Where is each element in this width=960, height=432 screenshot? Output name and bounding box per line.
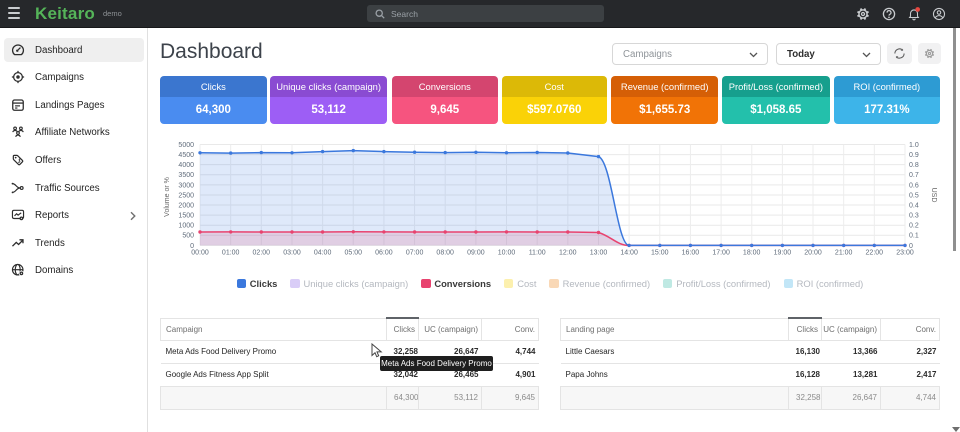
- svg-text:07:00: 07:00: [406, 250, 424, 257]
- svg-text:19:00: 19:00: [774, 250, 792, 257]
- svg-text:01:00: 01:00: [222, 250, 240, 257]
- svg-text:21:00: 21:00: [835, 250, 853, 257]
- svg-text:1500: 1500: [178, 213, 194, 220]
- svg-text:4000: 4000: [178, 162, 194, 169]
- svg-text:5000: 5000: [178, 142, 194, 149]
- svg-text:1.0: 1.0: [909, 142, 919, 149]
- svg-text:16:00: 16:00: [682, 250, 700, 257]
- svg-text:2000: 2000: [178, 202, 194, 209]
- svg-text:3000: 3000: [178, 182, 194, 189]
- svg-text:03:00: 03:00: [283, 250, 301, 257]
- svg-text:23:00: 23:00: [896, 250, 914, 257]
- svg-text:3500: 3500: [178, 172, 194, 179]
- svg-text:USD: USD: [930, 188, 937, 203]
- svg-text:18:00: 18:00: [743, 250, 761, 257]
- svg-text:08:00: 08:00: [436, 250, 454, 257]
- svg-text:0.8: 0.8: [909, 162, 919, 169]
- svg-text:02:00: 02:00: [253, 250, 271, 257]
- svg-text:0.3: 0.3: [909, 213, 919, 220]
- svg-text:06:00: 06:00: [375, 250, 393, 257]
- svg-text:500: 500: [182, 233, 194, 240]
- svg-text:Volume or %: Volume or %: [164, 177, 171, 217]
- svg-text:0.6: 0.6: [909, 182, 919, 189]
- svg-text:0.2: 0.2: [909, 223, 919, 230]
- svg-text:13:00: 13:00: [590, 250, 608, 257]
- svg-text:05:00: 05:00: [345, 250, 363, 257]
- svg-text:2500: 2500: [178, 192, 194, 199]
- svg-text:14:00: 14:00: [620, 250, 638, 257]
- svg-text:0.1: 0.1: [909, 233, 919, 240]
- svg-text:20:00: 20:00: [804, 250, 822, 257]
- svg-text:0.7: 0.7: [909, 172, 919, 179]
- svg-text:15:00: 15:00: [651, 250, 669, 257]
- svg-text:12:00: 12:00: [559, 250, 577, 257]
- svg-text:09:00: 09:00: [467, 250, 485, 257]
- svg-text:00:00: 00:00: [191, 250, 209, 257]
- svg-text:0.5: 0.5: [909, 192, 919, 199]
- svg-text:0.4: 0.4: [909, 202, 919, 209]
- svg-text:1000: 1000: [178, 223, 194, 230]
- svg-text:0.9: 0.9: [909, 152, 919, 159]
- svg-text:11:00: 11:00: [529, 250, 546, 257]
- svg-text:04:00: 04:00: [314, 250, 332, 257]
- svg-text:22:00: 22:00: [866, 250, 884, 257]
- svg-text:4500: 4500: [178, 152, 194, 159]
- svg-text:17:00: 17:00: [712, 250, 730, 257]
- svg-text:10:00: 10:00: [498, 250, 516, 257]
